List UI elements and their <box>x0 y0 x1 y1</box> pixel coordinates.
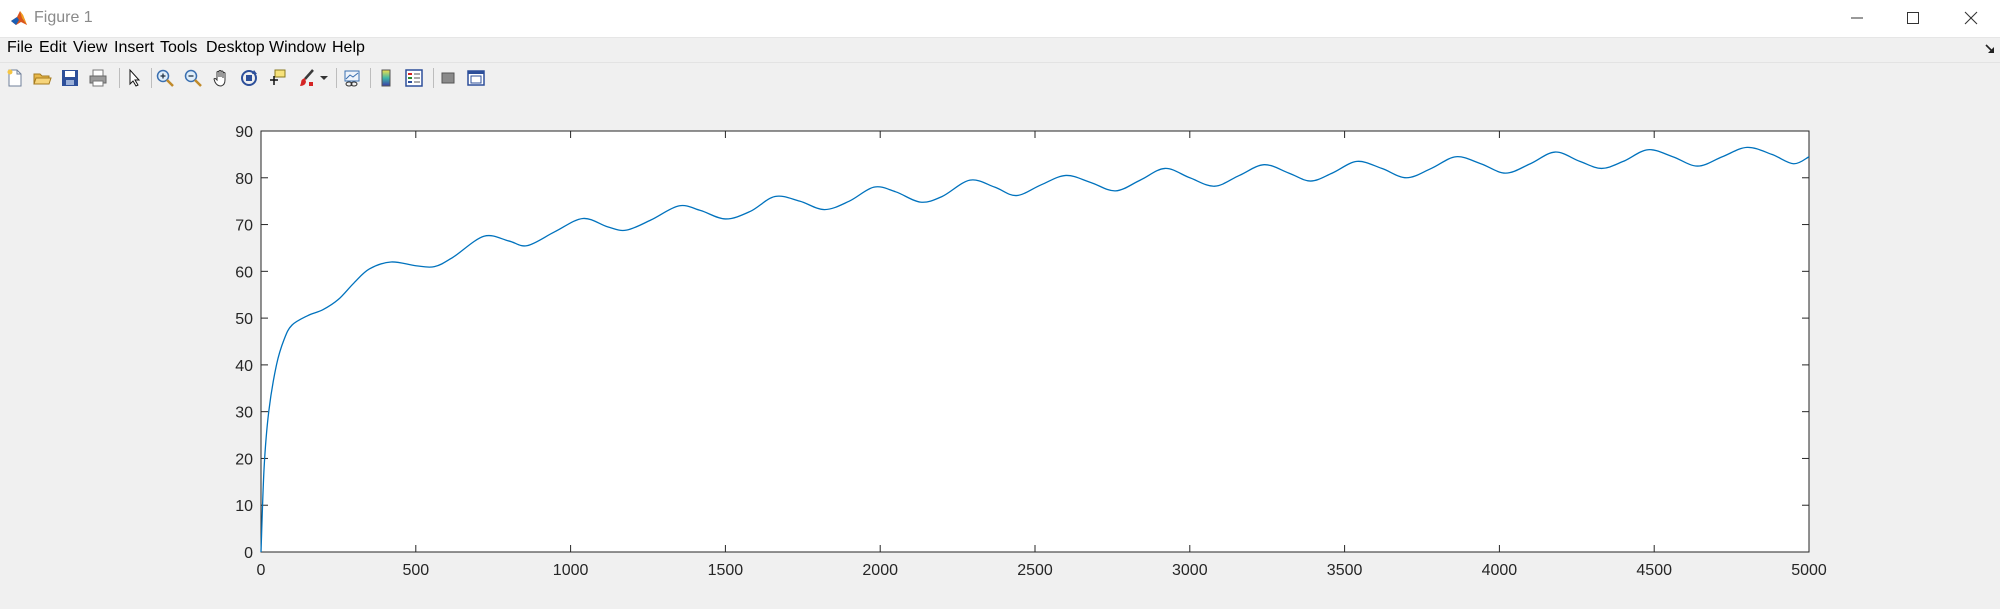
figure-toolbar <box>0 62 2000 94</box>
pan-hand-icon <box>213 70 226 87</box>
brush-button[interactable] <box>295 66 319 90</box>
zoom-in-icon <box>156 69 174 87</box>
y-tick-label: 50 <box>235 311 253 328</box>
line-chart[interactable]: 0 500 1000 1500 2000 2500 3000 3500 4000 4500 5000… <box>0 93 2000 609</box>
maximize-button[interactable] <box>1884 0 1942 36</box>
zoom-out-button[interactable] <box>181 66 205 90</box>
edit-plot-button[interactable] <box>122 66 146 90</box>
figure-canvas[interactable]: 0 500 1000 1500 2000 2500 3000 3500 4000 4500 5000… <box>0 93 2000 609</box>
x-tick-label: 4000 <box>1482 562 1518 579</box>
open-file-icon <box>33 73 52 85</box>
menu-desktop[interactable]: Desktop <box>205 39 266 57</box>
title-bar: Figure 1 <box>0 0 2000 38</box>
maximize-icon <box>1907 12 1919 24</box>
menu-help[interactable]: Help <box>331 39 366 57</box>
x-tick-label: 1000 <box>553 562 589 579</box>
brush-dropdown-icon <box>320 76 328 80</box>
edit-plot-arrow-icon <box>129 68 141 87</box>
pan-button[interactable] <box>209 66 233 90</box>
x-tick-label: 5000 <box>1791 562 1827 579</box>
y-tick-label: 70 <box>235 218 253 235</box>
link-plot-icon <box>344 70 360 87</box>
menu-bar: File Edit View Insert Tools Desktop Wind… <box>0 38 2000 61</box>
x-tick-label: 2000 <box>862 562 898 579</box>
y-tick-label: 60 <box>235 264 253 281</box>
x-tick-label: 0 <box>257 562 266 579</box>
save-icon <box>62 70 78 86</box>
brush-dropdown-button[interactable] <box>318 66 330 90</box>
data-cursor-icon <box>270 69 286 85</box>
y-tick-label: 30 <box>235 405 253 422</box>
show-plot-tools-button[interactable] <box>464 66 488 90</box>
link-plot-button[interactable] <box>340 66 364 90</box>
insert-legend-button[interactable] <box>402 66 426 90</box>
menu-insert[interactable]: Insert <box>113 39 155 57</box>
show-plot-tools-icon <box>467 70 485 86</box>
colorbar-icon <box>381 69 391 87</box>
matlab-logo-icon <box>11 11 27 25</box>
toolbar-separator <box>433 68 434 88</box>
toolbar-separator <box>370 68 371 88</box>
x-tick-label: 1500 <box>708 562 744 579</box>
new-figure-button[interactable] <box>3 66 27 90</box>
window-title: Figure 1 <box>34 9 93 26</box>
zoom-out-icon <box>184 69 202 87</box>
print-icon <box>89 69 107 87</box>
menu-edit[interactable]: Edit <box>38 39 68 57</box>
new-figure-icon <box>7 69 22 87</box>
minimize-button[interactable] <box>1828 0 1886 36</box>
y-tick-label: 10 <box>235 498 253 515</box>
rotate-3d-icon <box>241 70 257 86</box>
dock-figure-icon[interactable] <box>1984 43 1996 55</box>
legend-icon <box>405 69 423 87</box>
insert-colorbar-button[interactable] <box>374 66 398 90</box>
axes-box <box>260 130 1810 553</box>
toolbar-separator <box>336 68 337 88</box>
save-button[interactable] <box>58 66 82 90</box>
zoom-in-button[interactable] <box>153 66 177 90</box>
menu-tools[interactable]: Tools <box>159 39 198 57</box>
x-tick-label: 4500 <box>1636 562 1672 579</box>
x-tick-label: 3500 <box>1327 562 1363 579</box>
menu-view[interactable]: View <box>72 39 108 57</box>
close-icon <box>1964 11 1978 25</box>
y-tick-label: 80 <box>235 171 253 188</box>
menu-window[interactable]: Window <box>268 39 327 57</box>
y-tick-label: 0 <box>244 545 253 562</box>
print-button[interactable] <box>86 66 110 90</box>
menu-file[interactable]: File <box>6 39 34 57</box>
toolbar-separator <box>151 68 152 88</box>
data-cursor-button[interactable] <box>265 66 289 90</box>
hide-plot-tools-icon <box>441 72 455 84</box>
hide-plot-tools-button[interactable] <box>436 66 460 90</box>
y-tick-label: 90 <box>235 124 253 141</box>
brush-icon <box>300 69 314 86</box>
toolbar-separator <box>119 68 120 88</box>
close-button[interactable] <box>1942 0 2000 36</box>
x-tick-label: 3000 <box>1172 562 1208 579</box>
minimize-icon <box>1851 17 1863 19</box>
rotate-3d-button[interactable] <box>237 66 261 90</box>
y-tick-label: 40 <box>235 358 253 375</box>
y-tick-label: 20 <box>235 451 253 468</box>
x-tick-label: 500 <box>402 562 429 579</box>
open-file-button[interactable] <box>30 66 54 90</box>
x-tick-label: 2500 <box>1017 562 1053 579</box>
